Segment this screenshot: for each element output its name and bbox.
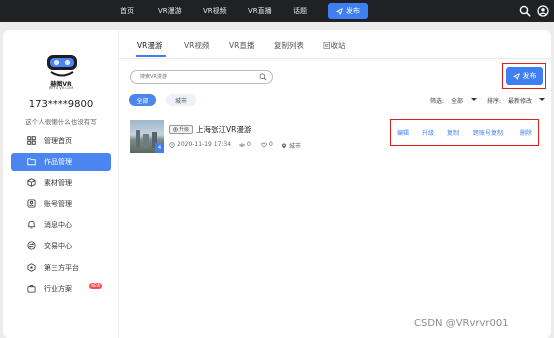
user-account-icon[interactable] bbox=[537, 5, 549, 17]
location-pin-icon bbox=[281, 142, 287, 149]
chevron-down-icon[interactable] bbox=[539, 98, 545, 101]
project-date: 2020-11-19 17:34 bbox=[169, 141, 231, 148]
project-likes: 0 bbox=[261, 141, 273, 148]
platform-icon bbox=[27, 262, 36, 272]
nav-vr-tour[interactable]: VR漫游 bbox=[158, 0, 182, 22]
filter-label: 筛选: bbox=[430, 98, 445, 105]
search-icon[interactable] bbox=[519, 5, 531, 17]
upgrade-icon bbox=[173, 127, 178, 132]
filter-chip-city[interactable]: 城市 bbox=[166, 94, 196, 106]
eye-icon bbox=[239, 142, 245, 147]
sidebar-menu: 管理首页 作品管理 素材管理 账号管理 消息中心 交易中心 第三方平台 行业方案… bbox=[11, 132, 111, 301]
sidebar-item-label: 消息中心 bbox=[44, 221, 72, 230]
sidebar-item-assets[interactable]: 素材管理 bbox=[11, 174, 111, 192]
briefcase-icon bbox=[27, 284, 36, 293]
sidebar-item-label: 行业方案 bbox=[44, 284, 72, 293]
active-tab-indicator bbox=[136, 55, 166, 57]
grid-icon bbox=[27, 136, 36, 145]
sidebar-item-trade[interactable]: 交易中心 bbox=[11, 237, 111, 255]
nav-publish-label: 发布 bbox=[346, 7, 360, 15]
project-date-text: 2020-11-19 17:34 bbox=[177, 141, 232, 148]
project-title[interactable]: 上海张江VR漫游 bbox=[196, 124, 251, 135]
thumbnail-building bbox=[136, 130, 140, 148]
exchange-icon bbox=[27, 241, 36, 250]
folder-icon bbox=[27, 158, 36, 166]
heart-icon bbox=[261, 142, 267, 148]
sidebar-item-label: 素材管理 bbox=[44, 179, 72, 188]
tab-recycle-bin[interactable]: 回收站 bbox=[323, 40, 346, 54]
sidebar: 赫图VR HETU VR.COM 173****9800 这个人很懒什么也没有写… bbox=[3, 30, 119, 338]
bell-icon bbox=[28, 221, 35, 229]
new-badge: NEW bbox=[89, 282, 103, 289]
sidebar-item-dashboard[interactable]: 管理首页 bbox=[11, 132, 111, 150]
chevron-down-icon[interactable] bbox=[471, 98, 477, 101]
sidebar-item-label: 第三方平台 bbox=[44, 263, 79, 272]
sidebar-item-label: 作品管理 bbox=[44, 158, 72, 167]
sidebar-item-label: 管理首页 bbox=[44, 137, 72, 145]
top-navigation-bar: 首页 VR漫游 VR视频 VR直播 话题 发布 bbox=[0, 0, 554, 22]
nav-vr-live[interactable]: VR直播 bbox=[248, 0, 272, 22]
tab-vr-tour[interactable]: VR漫游 bbox=[137, 40, 162, 54]
sidebar-item-label: 交易中心 bbox=[44, 242, 72, 251]
tab-vr-video[interactable]: VR视频 bbox=[184, 40, 209, 54]
filter-dropdown[interactable]: 全部 bbox=[451, 96, 463, 105]
nav-publish-button[interactable]: 发布 bbox=[328, 3, 368, 19]
filter-chip-all[interactable]: 全部 bbox=[129, 94, 156, 106]
sidebar-item-label: 账号管理 bbox=[44, 200, 72, 209]
sidebar-item-third-party[interactable]: 第三方平台 bbox=[11, 259, 111, 277]
sort-dropdown[interactable]: 最新修改 bbox=[508, 96, 532, 105]
tab-vr-live[interactable]: VR直播 bbox=[229, 40, 254, 54]
tab-divider bbox=[119, 58, 551, 59]
sidebar-item-account[interactable]: 账号管理 bbox=[11, 195, 111, 213]
clock-icon bbox=[169, 141, 175, 148]
search-icon[interactable] bbox=[259, 73, 267, 81]
user-bio: 这个人很懒什么也没有写 bbox=[25, 118, 97, 126]
app-shell: 赫图VR HETU VR.COM 173****9800 这个人很懒什么也没有写… bbox=[3, 30, 551, 338]
thumbnail-building bbox=[143, 134, 149, 148]
highlight-box-actions bbox=[390, 119, 539, 146]
user-icon bbox=[27, 199, 36, 208]
watermark: CSDN @VRvrvr001 bbox=[414, 318, 509, 329]
project-thumbnail[interactable]: 4 bbox=[130, 120, 164, 153]
logo-subtext: HETU VR.COM bbox=[48, 86, 74, 90]
project-views-count: 0 bbox=[247, 141, 251, 148]
project-likes-count: 0 bbox=[269, 141, 273, 148]
nav-home[interactable]: 首页 bbox=[120, 0, 134, 22]
upgrade-tag: 升级 bbox=[169, 125, 193, 134]
nav-vr-video[interactable]: VR视频 bbox=[203, 0, 227, 22]
nav-topics[interactable]: 话题 bbox=[293, 0, 307, 22]
project-location-text: 城市 bbox=[289, 143, 302, 150]
project-views: 0 bbox=[239, 141, 251, 148]
cube-icon bbox=[27, 178, 36, 187]
highlight-box-publish bbox=[502, 63, 546, 89]
search-box[interactable] bbox=[130, 70, 273, 84]
project-location: 城市 bbox=[281, 141, 301, 150]
tab-copy-list[interactable]: 复制列表 bbox=[274, 40, 304, 54]
sort-label: 排序: bbox=[487, 98, 502, 105]
scene-count-badge: 4 bbox=[155, 143, 164, 153]
search-input[interactable] bbox=[140, 72, 250, 82]
send-icon bbox=[336, 7, 343, 15]
main-content: VR漫游 VR视频 VR直播 复制列表 回收站 发布 全部 城市 筛选: 全部 … bbox=[119, 30, 551, 338]
user-phone: 173****9800 bbox=[28, 99, 94, 110]
upgrade-tag-label: 升级 bbox=[178, 127, 189, 133]
sidebar-item-solutions[interactable]: 行业方案 NEW bbox=[11, 280, 111, 298]
sidebar-item-works[interactable]: 作品管理 bbox=[11, 153, 111, 172]
sidebar-item-messages[interactable]: 消息中心 bbox=[11, 216, 111, 234]
